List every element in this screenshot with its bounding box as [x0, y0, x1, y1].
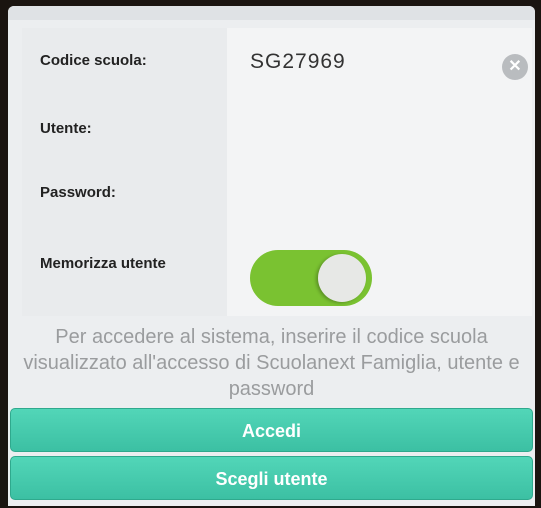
clear-icon[interactable]: ✕ [502, 54, 528, 80]
toggle-knob [318, 254, 366, 302]
login-screen: Codice scuola: SG27969 ✕ Utente: Passwor… [8, 6, 535, 506]
memorizza-utente-label: Memorizza utente [40, 255, 166, 272]
password-label: Password: [40, 184, 116, 201]
utente-label: Utente: [40, 120, 92, 137]
codice-scuola-field[interactable]: SG27969 [250, 50, 346, 74]
codice-scuola-label: Codice scuola: [40, 52, 147, 69]
accedi-button[interactable]: Accedi [10, 408, 533, 452]
password-input[interactable] [242, 172, 531, 218]
memorizza-utente-toggle[interactable] [250, 250, 372, 306]
login-form: Codice scuola: SG27969 ✕ Utente: Passwor… [22, 28, 532, 316]
top-bar [8, 6, 535, 20]
utente-input[interactable] [242, 108, 531, 154]
info-text: Per accedere al sistema, inserire il cod… [23, 326, 520, 400]
scegli-utente-button[interactable]: Scegli utente [10, 456, 533, 500]
